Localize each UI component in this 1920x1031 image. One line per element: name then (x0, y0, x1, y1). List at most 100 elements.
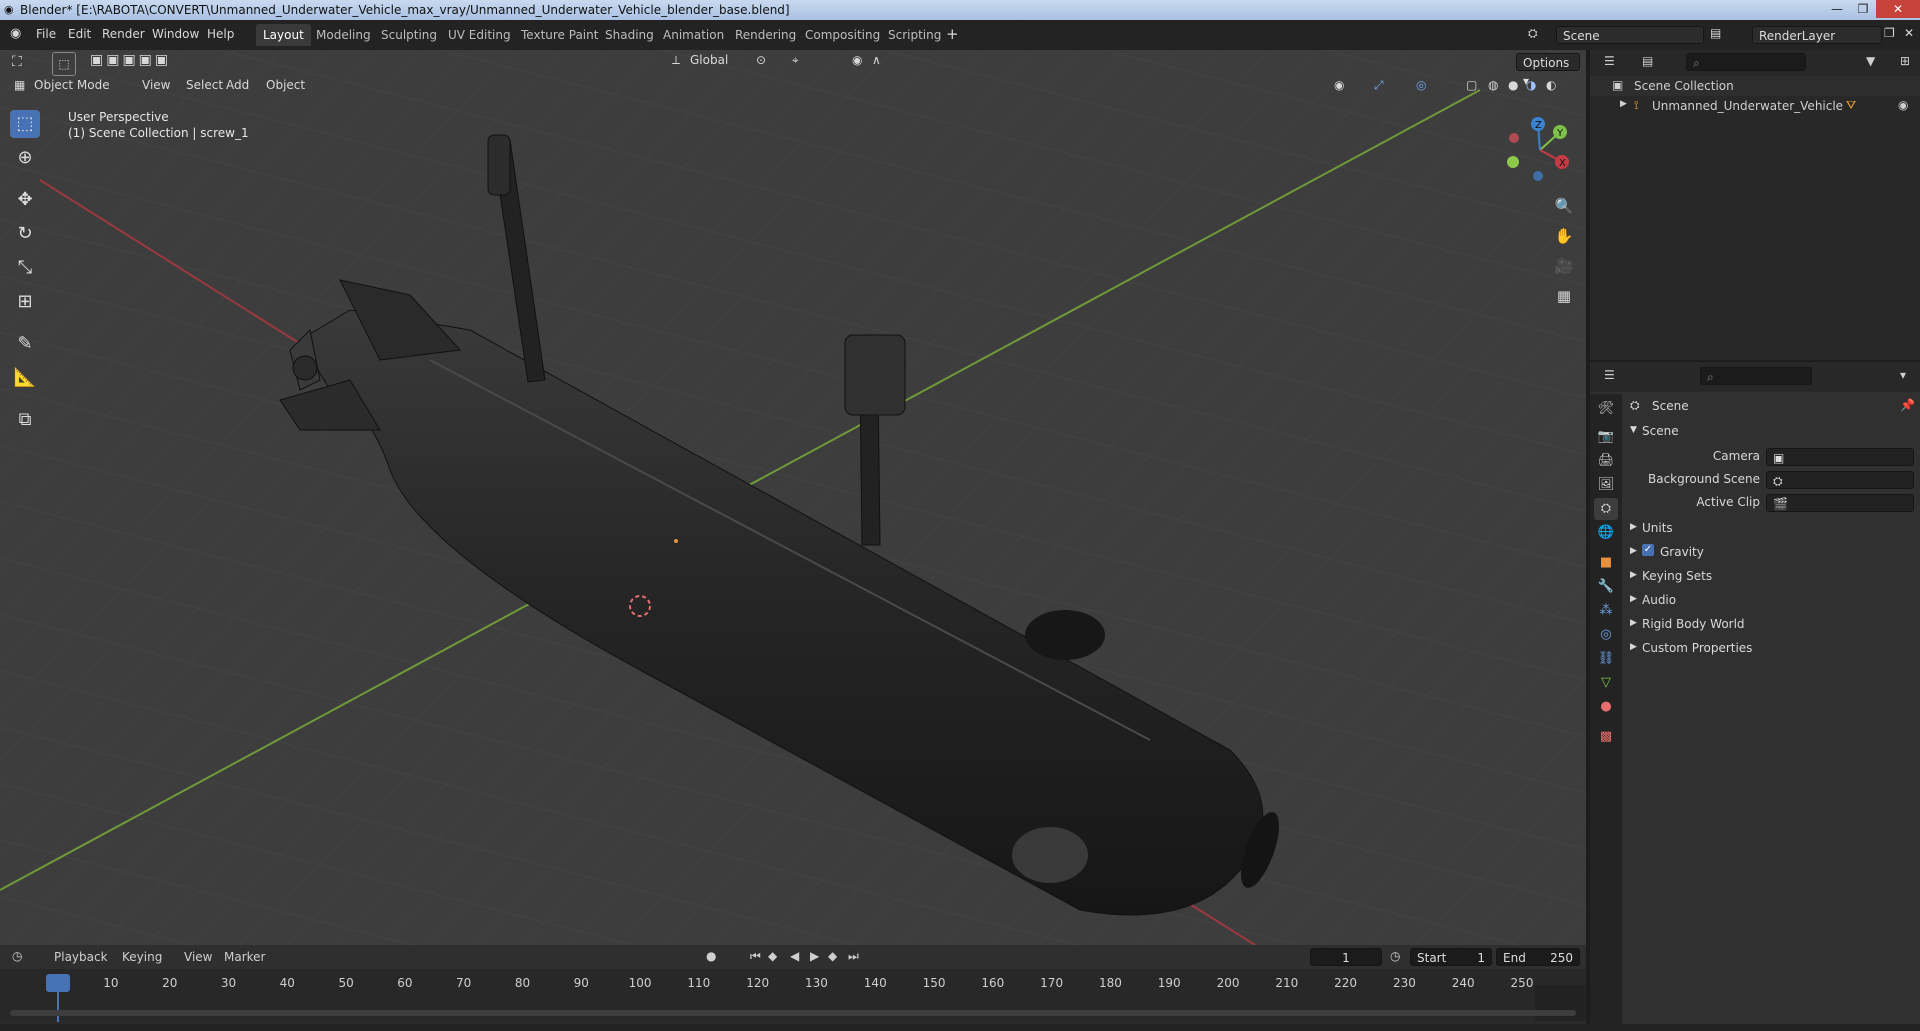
background-scene-field[interactable]: ⛭ (1766, 471, 1914, 489)
eye-visibility-icon[interactable]: ◉ (1898, 98, 1908, 112)
select-box-tool-icon[interactable]: ⬚ (10, 110, 40, 138)
modifier-tab-icon[interactable]: 🔧 (1594, 576, 1618, 598)
tab-rendering[interactable]: Rendering (728, 24, 803, 46)
tab-layout[interactable]: Layout (256, 24, 311, 46)
xray-icon[interactable]: ▢ (1466, 78, 1477, 92)
scene-selector[interactable]: Scene (1556, 26, 1704, 44)
editor-type-icon[interactable]: ⛶ (12, 54, 22, 70)
rotate-tool-icon[interactable]: ↻ (10, 220, 40, 248)
particles-tab-icon[interactable]: ⁂ (1594, 600, 1618, 622)
expand-arrow-icon[interactable]: ▶ (1620, 99, 1627, 109)
active-clip-field[interactable]: 🎬 (1766, 494, 1914, 512)
visibility-icon[interactable]: ◉ (1334, 78, 1344, 92)
rigid-body-world-panel[interactable]: Rigid Body World (1642, 617, 1745, 631)
menu-edit[interactable]: Edit (68, 27, 91, 41)
menu-help[interactable]: Help (207, 27, 234, 41)
viewport-menu-object[interactable]: Object (266, 78, 305, 92)
rendered-shading-icon[interactable]: ◐ (1546, 78, 1556, 92)
gravity-checkbox[interactable]: ✓ (1642, 544, 1654, 556)
display-mode-icon[interactable]: ▤ (1642, 54, 1653, 68)
units-panel[interactable]: Units (1642, 521, 1673, 535)
filter-icon[interactable]: ▼ (1866, 54, 1875, 68)
outliner-row-scene-collection[interactable]: ▣ Scene Collection (1590, 76, 1920, 96)
scale-tool-icon[interactable]: ⤡ (10, 254, 40, 282)
tab-animation[interactable]: Animation (656, 24, 731, 46)
tab-modeling[interactable]: Modeling (309, 24, 378, 46)
properties-search-input[interactable]: ⌕ (1700, 367, 1812, 385)
ortho-toggle-icon[interactable]: ▦ (1550, 282, 1578, 310)
select-mode-icons[interactable]: ▣▣▣▣▣ (90, 52, 171, 68)
cursor-tool-icon[interactable]: ⊕ (10, 144, 40, 172)
gizmo-neg-y-handle[interactable] (1507, 156, 1519, 168)
properties-options-icon[interactable]: ▾ (1900, 368, 1906, 382)
view-layer-icon[interactable]: ▤ (1710, 26, 1721, 40)
scene-section-label[interactable]: Scene (1642, 424, 1679, 438)
material-shading-icon[interactable]: ◑ (1526, 78, 1536, 92)
blender-menu-icon[interactable]: ◉ (10, 26, 21, 41)
outliner-search-input[interactable]: ⌕ (1686, 53, 1806, 71)
wireframe-shading-icon[interactable]: ◍ (1488, 78, 1498, 92)
custom-properties-panel[interactable]: Custom Properties (1642, 641, 1752, 655)
tab-texture-paint[interactable]: Texture Paint (514, 24, 605, 46)
custom-properties-arrow-icon[interactable]: ▶ (1630, 642, 1637, 652)
transform-orientation-dropdown[interactable]: Global (690, 53, 728, 67)
keying-sets-arrow-icon[interactable]: ▶ (1630, 570, 1637, 580)
tool-tab-icon[interactable]: 🛠 (1594, 398, 1618, 420)
overlays-icon[interactable]: ◎ (1416, 78, 1426, 92)
tool-select-icon[interactable]: ⬚ (52, 52, 76, 76)
snap-icon[interactable]: ⌖ (792, 53, 799, 68)
maximize-icon[interactable]: ❐ (1850, 0, 1876, 18)
proportional-edit-icon[interactable]: ◉ (852, 53, 862, 67)
outliner-row-vehicle[interactable]: ▶ ⟟ Unmanned_Underwater_Vehicle ⛛ ◉ (1590, 96, 1920, 116)
audio-panel[interactable]: Audio (1642, 593, 1676, 607)
remove-view-layer-icon[interactable]: ✕ (1904, 26, 1914, 40)
new-view-layer-icon[interactable]: ❐ (1884, 26, 1895, 40)
add-workspace-icon[interactable]: + (946, 25, 959, 43)
render-layer-selector[interactable]: RenderLayer (1752, 26, 1882, 44)
viewport-menu-add[interactable]: Add (226, 78, 249, 92)
close-icon[interactable]: ✕ (1876, 0, 1920, 18)
minimize-icon[interactable]: — (1824, 0, 1850, 18)
menu-render[interactable]: Render (102, 27, 145, 41)
data-tab-icon[interactable]: ▽ (1594, 672, 1618, 694)
3d-viewport[interactable]: ⛶ ⬚ ▣▣▣▣▣ ⟂ Global ⊙ ⌖ ◉ ∧ Options ▾ ▦ O… (0, 50, 1586, 945)
properties-editor-icon[interactable]: ☰ (1604, 368, 1615, 382)
object-tab-icon[interactable]: ■ (1594, 552, 1618, 574)
material-tab-icon[interactable]: ● (1594, 696, 1618, 718)
constraints-tab-icon[interactable]: ⛓ (1594, 648, 1618, 670)
falloff-icon[interactable]: ∧ (872, 53, 881, 67)
keying-sets-panel[interactable]: Keying Sets (1642, 569, 1712, 583)
outliner-editor-icon[interactable]: ☰ (1604, 54, 1615, 68)
viewport-menu-view[interactable]: View (142, 78, 170, 92)
tab-compositing[interactable]: Compositing (798, 24, 887, 46)
tab-shading[interactable]: Shading (598, 24, 661, 46)
gizmo-neg-x-handle[interactable] (1509, 133, 1519, 143)
physics-tab-icon[interactable]: ◎ (1594, 624, 1618, 646)
scene-section-arrow-icon[interactable]: ▼ (1630, 425, 1637, 435)
tab-scripting[interactable]: Scripting (881, 24, 948, 46)
scene-icon[interactable]: ⛭ (1528, 26, 1538, 41)
gizmo-neg-z-handle[interactable] (1533, 171, 1543, 181)
frame-ruler[interactable]: 1102030405060708090100110120130140150160… (0, 945, 1586, 1005)
camera-field[interactable]: ▣ (1766, 448, 1914, 466)
move-tool-icon[interactable]: ✥ (10, 186, 40, 214)
pan-hand-icon[interactable]: ✋ (1550, 222, 1578, 250)
tab-sculpting[interactable]: Sculpting (374, 24, 444, 46)
navigation-gizmo[interactable]: Y X Z (1500, 110, 1580, 190)
gizmo-toggle-icon[interactable]: ⤢ (1374, 78, 1384, 93)
options-dropdown[interactable]: Options ▾ (1516, 53, 1580, 88)
rigid-body-world-arrow-icon[interactable]: ▶ (1630, 618, 1637, 628)
world-tab-icon[interactable]: 🌐 (1594, 522, 1618, 544)
render-tab-icon[interactable]: 📷 (1594, 426, 1618, 448)
menu-window[interactable]: Window (152, 27, 199, 41)
annotate-tool-icon[interactable]: ✎ (10, 330, 40, 358)
tab-uv-editing[interactable]: UV Editing (441, 24, 518, 46)
add-cube-tool-icon[interactable]: ⧉ (10, 406, 40, 434)
timeline-scrollbar[interactable] (10, 1010, 1576, 1016)
pin-icon[interactable]: 📌 (1900, 398, 1915, 412)
transform-tool-icon[interactable]: ⊞ (10, 288, 40, 316)
mode-dropdown[interactable]: Object Mode (34, 78, 110, 92)
playhead[interactable] (46, 974, 70, 992)
camera-view-icon[interactable]: 🎥 (1550, 252, 1578, 280)
gravity-panel[interactable]: Gravity (1660, 545, 1704, 559)
